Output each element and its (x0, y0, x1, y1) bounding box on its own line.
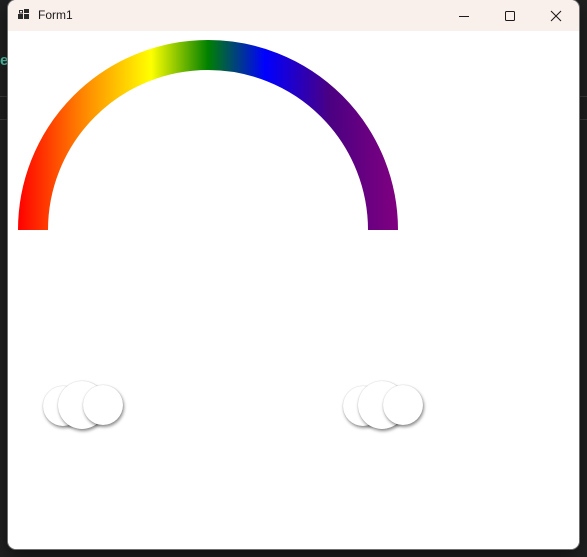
minimize-button[interactable] (441, 0, 487, 31)
maximize-button[interactable] (487, 0, 533, 31)
rainbow-arc (18, 40, 398, 231)
form-app-icon (18, 9, 29, 19)
close-button[interactable] (533, 0, 579, 31)
left-knob-3[interactable] (83, 385, 123, 425)
form1-window: Form1 (8, 0, 579, 549)
title-bar[interactable]: Form1 (8, 0, 579, 31)
rainbow-arc-gauge (18, 40, 398, 231)
maximize-icon (505, 10, 515, 21)
minimize-icon (459, 15, 469, 17)
right-knob-3[interactable] (383, 385, 423, 425)
form-client-area (8, 31, 579, 549)
close-icon (550, 10, 562, 21)
window-title: Form1 (38, 8, 73, 22)
